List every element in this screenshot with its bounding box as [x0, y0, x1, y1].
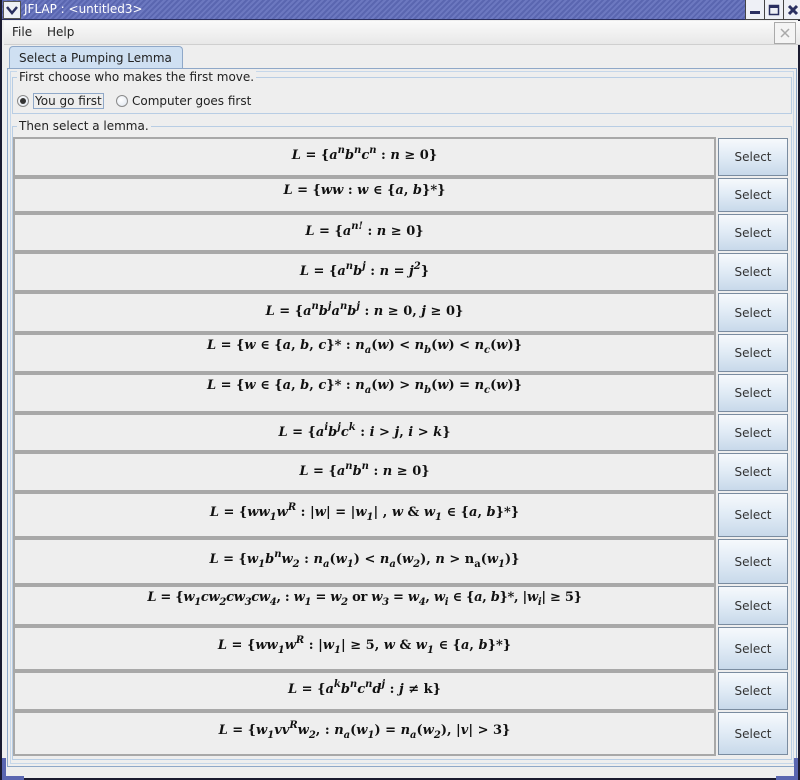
- select-button[interactable]: Select: [718, 414, 788, 451]
- select-button[interactable]: Select: [718, 293, 788, 332]
- lemma-formula: L = {anbn : n ≥ 0}: [299, 461, 430, 480]
- window-resize-corner-right[interactable]: [776, 758, 798, 780]
- chevron-down-icon: [6, 6, 18, 15]
- lemma-formula: L = {an! : n ≥ 0}: [305, 221, 424, 240]
- lemma-formula: L = {w1vvRw2, : na(w1) = na(w2), |v| > 3…: [218, 720, 511, 741]
- lemma-row: L = {anbncn : n ≥ 0} Select: [13, 137, 790, 177]
- lemma-row: L = {aibjck : i > j, i > k} Select: [13, 413, 790, 452]
- window-title: JFLAP : <untitled3>: [24, 2, 143, 16]
- lemma-formula: L = {w ∈ {a, b, c}* : na(w) < nb(w) < nc…: [206, 338, 523, 356]
- select-button[interactable]: Select: [718, 453, 788, 491]
- select-button[interactable]: Select: [718, 627, 788, 670]
- close-window-button[interactable]: [783, 0, 800, 20]
- lemma-row: L = {ww1wR : |w| = |w1| , w & w1 ∈ {a, b…: [13, 492, 790, 538]
- lemma-formula: L = {w1bnw2 : na(w1) < na(w2), n > na(w1…: [209, 549, 520, 570]
- close-tab-button[interactable]: [774, 22, 796, 44]
- radio-computer-goes-first[interactable]: Computer goes first: [116, 93, 251, 109]
- lemma-row: L = {w1bnw2 : na(w1) < na(w2), n > na(w1…: [13, 538, 790, 585]
- lemma-formula: L = {ww : w ∈ {a, b}*}: [283, 183, 446, 198]
- radio-button-checked[interactable]: [17, 95, 29, 107]
- lemma-row: L = {anbjanbj : n ≥ 0, j ≥ 0} Select: [13, 292, 790, 333]
- radio-button-unchecked[interactable]: [116, 95, 128, 107]
- lemma-formula: L = {ww1wR : |w| = |w1| , w & w1 ∈ {a, b…: [209, 502, 520, 523]
- lemma-formula: L = {aibjck : i > j, i > k}: [278, 422, 451, 441]
- lemma-formula: L = {w1cw2cw3cw4, : w1 = w2 or w3 = w4, …: [147, 590, 582, 608]
- lemma-row: L = {anbj : n = j2} Select: [13, 252, 790, 292]
- select-button[interactable]: Select: [718, 493, 788, 537]
- lemma-formula: L = {akbncndj : j ≠ k}: [287, 679, 441, 698]
- menu-bar: File Help: [4, 21, 800, 45]
- first-move-label: First choose who makes the first move.: [17, 70, 257, 84]
- select-button[interactable]: Select: [718, 178, 788, 212]
- lemma-formula: L = {ww1wR : |w1| ≥ 5, w & w1 ∈ {a, b}*}: [217, 635, 512, 656]
- menu-help[interactable]: Help: [47, 25, 74, 39]
- lemma-formula: L = {anbjanbj : n ≥ 0, j ≥ 0}: [265, 301, 464, 320]
- select-button[interactable]: Select: [718, 253, 788, 291]
- lemma-formula: L = {w ∈ {a, b, c}* : na(w) > nb(w) = nc…: [206, 378, 523, 396]
- lemma-group-label: Then select a lemma.: [17, 119, 151, 133]
- radio-label: You go first: [33, 93, 104, 109]
- lemma-row: L = {ww : w ∈ {a, b}*} Select: [13, 177, 790, 213]
- lemma-row: L = {w ∈ {a, b, c}* : na(w) > nb(w) = nc…: [13, 373, 790, 413]
- select-button[interactable]: Select: [718, 374, 788, 412]
- title-bar[interactable]: JFLAP : <untitled3>: [2, 0, 800, 20]
- window-resize-corner-left[interactable]: [2, 758, 24, 780]
- radio-label: Computer goes first: [132, 94, 252, 108]
- tab-select-pumping-lemma[interactable]: Select a Pumping Lemma: [9, 46, 183, 69]
- radio-you-go-first[interactable]: You go first: [17, 93, 104, 109]
- select-button[interactable]: Select: [718, 586, 788, 625]
- lemma-row: L = {akbncndj : j ≠ k} Select: [13, 671, 790, 711]
- minimize-button[interactable]: [745, 0, 764, 20]
- lemma-row: L = {w ∈ {a, b, c}* : na(w) < nb(w) < nc…: [13, 333, 790, 373]
- select-button[interactable]: Select: [718, 539, 788, 584]
- lemma-row: L = {w1cw2cw3cw4, : w1 = w2 or w3 = w4, …: [13, 585, 790, 626]
- select-button[interactable]: Select: [718, 138, 788, 176]
- lemma-row: L = {ww1wR : |w1| ≥ 5, w & w1 ∈ {a, b}*}…: [13, 626, 790, 671]
- lemma-row: L = {w1vvRw2, : na(w1) = na(w2), |v| > 3…: [13, 711, 790, 756]
- lemma-row: L = {an! : n ≥ 0} Select: [13, 213, 790, 252]
- select-button[interactable]: Select: [718, 334, 788, 372]
- lemma-formula: L = {anbj : n = j2}: [299, 261, 430, 280]
- select-button[interactable]: Select: [718, 214, 788, 251]
- maximize-button[interactable]: [764, 0, 783, 20]
- close-icon: [780, 28, 790, 38]
- menu-file[interactable]: File: [12, 25, 32, 39]
- jflap-window: JFLAP : <untitled3> File Help Select a P…: [0, 0, 800, 780]
- lemma-formula: L = {anbncn : n ≥ 0}: [291, 145, 438, 164]
- window-menu-button[interactable]: [3, 1, 21, 19]
- select-button[interactable]: Select: [718, 712, 788, 755]
- minimize-icon: [750, 10, 760, 14]
- select-button[interactable]: Select: [718, 672, 788, 710]
- lemma-row: L = {anbn : n ≥ 0} Select: [13, 452, 790, 492]
- close-icon: [787, 4, 799, 15]
- maximize-icon: [768, 4, 780, 15]
